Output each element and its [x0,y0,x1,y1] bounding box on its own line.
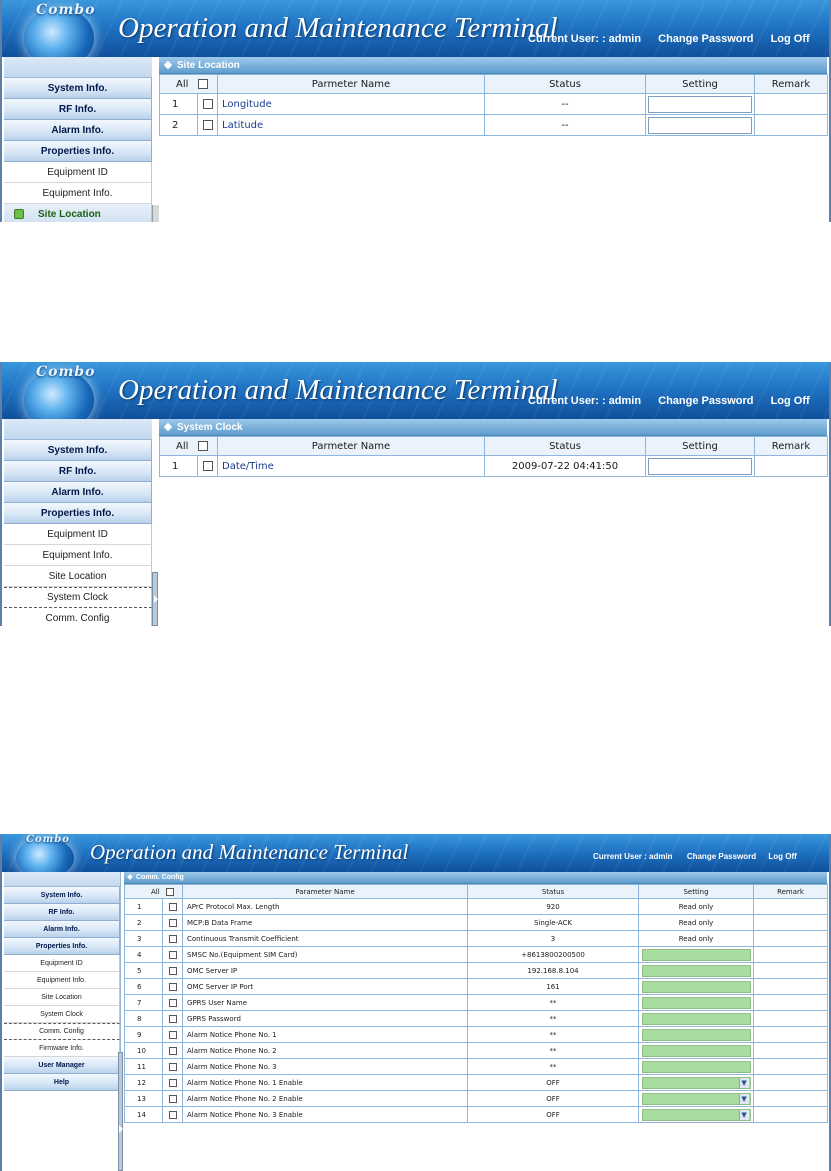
screenshot-site-location: Combo Operation and Maintenance Terminal… [0,0,831,222]
screenshot-comm-config: Combo Operation and Maintenance Terminal… [0,834,831,1171]
screenshot-system-clock: Combo Operation and Maintenance Terminal… [0,362,831,626]
